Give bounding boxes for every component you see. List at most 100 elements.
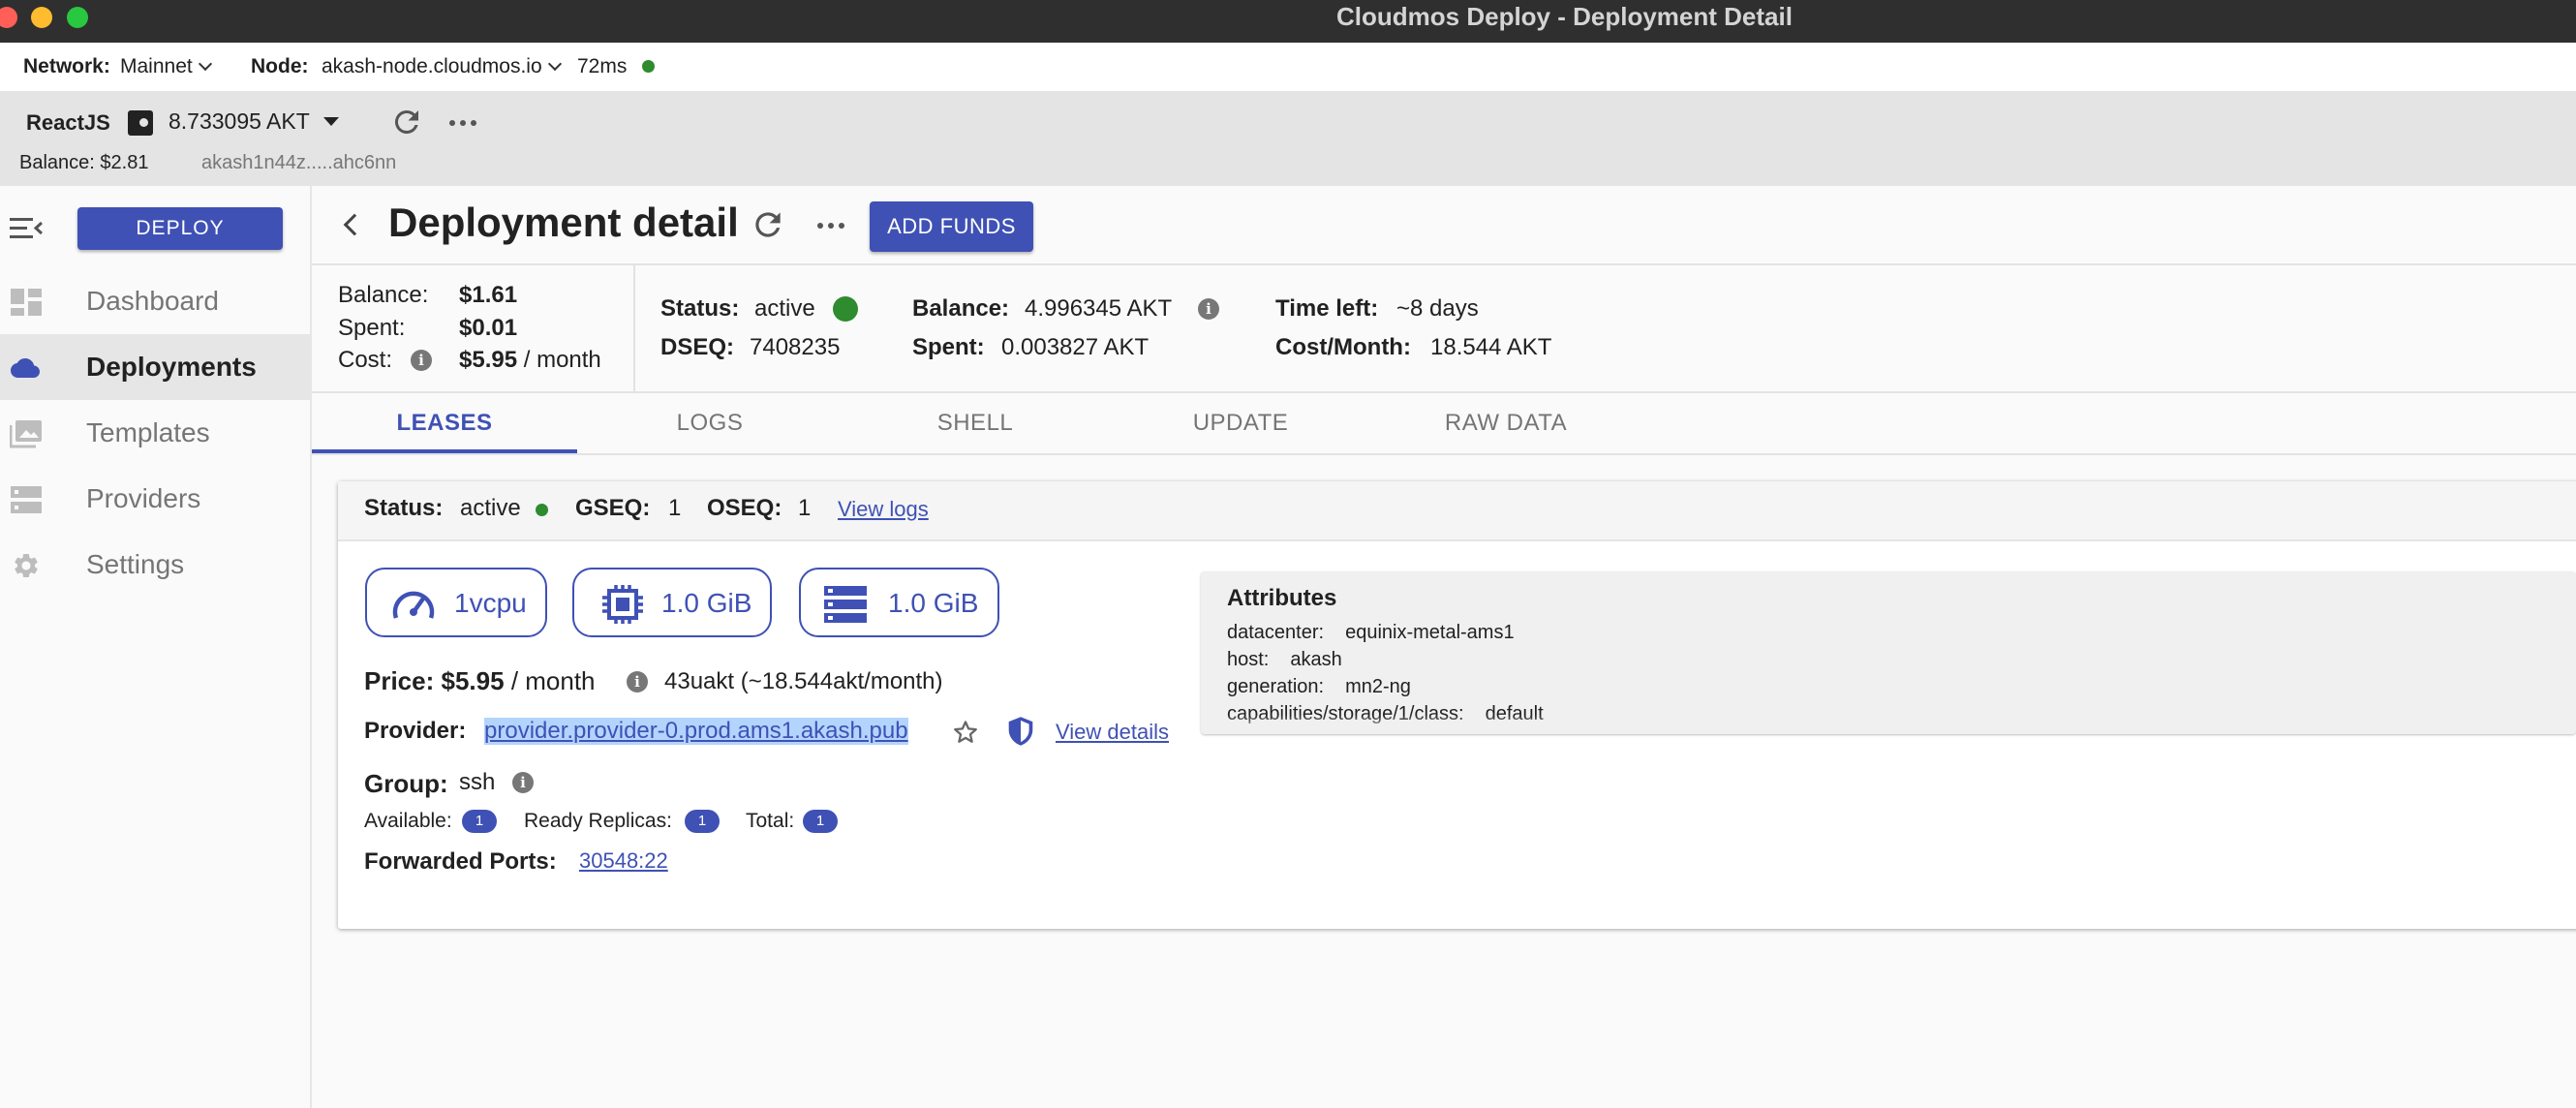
sidebar-item-deployments[interactable]: Deployments [0,334,310,400]
price-unit: / month [510,666,596,695]
page-title: Deployment detail [388,200,739,245]
cost-month-value: 18.544 AKT [1430,334,1552,360]
wallet-address[interactable]: akash1n44z.....ahc6nn [201,152,396,174]
summary-divider [633,263,635,393]
chevron-down-icon [198,56,212,72]
network-value: Mainnet [120,55,193,77]
lease-status-value: active [460,495,521,521]
total-badge: 1 [803,810,838,833]
tab-raw-data[interactable]: RAW DATA [1373,393,1639,453]
available-label: Available: [364,810,452,832]
server-icon [11,486,42,513]
memory-chip-icon [602,585,643,624]
cost-month-label: Cost/Month: [1275,334,1411,360]
network-select[interactable]: Mainnet [120,55,212,78]
tab-shell[interactable]: SHELL [843,393,1108,453]
akt-spent-label: Spent: [912,334,985,360]
sidebar-item-label: Dashboard [86,286,219,316]
forwarded-port-link[interactable]: 30548:22 [579,848,668,874]
status-label: Status: [660,295,740,322]
lease-status-label: Status: [364,495,444,521]
attributes-scroll-fade [1201,715,2576,734]
tab-logs[interactable]: LOGS [577,393,843,453]
price-value: $5.95 [441,666,505,695]
wallet-icon [128,110,153,136]
sidebar-item-label: Templates [86,417,210,447]
available-badge: 1 [462,810,497,833]
refresh-wallet-icon[interactable] [389,105,424,139]
storage-value: 1.0 GiB [888,588,979,618]
chevron-down-icon [547,56,562,72]
deployment-summary [312,263,2576,393]
node-value: akash-node.cloudmos.io [322,55,542,77]
storage-icon [824,586,867,623]
wallet-balance: Balance: $2.81 [19,152,149,173]
akt-balance-value: 4.996345 AKT [1025,295,1173,322]
akt-spent-value: 0.003827 AKT [1001,334,1150,360]
collapse-menu-icon[interactable] [10,215,44,247]
status-dot [833,296,858,322]
tab-leases[interactable]: LEASES [312,393,577,453]
lease-status-dot [536,504,548,516]
cost-value: $5.95 [459,347,518,373]
provider-link[interactable]: provider.provider-0.prod.ams1.akash.pub [484,718,908,745]
minimize-window-button[interactable] [31,7,52,28]
attribute-value: akash [1290,649,1342,670]
sidebar-item-settings[interactable]: Settings [0,532,310,598]
sidebar-item-templates[interactable]: Templates [0,400,310,466]
dseq-value: 7408235 [750,334,841,360]
close-window-button[interactable] [0,7,17,28]
group-value: ssh [459,769,496,795]
balance-label: Balance: [338,282,429,308]
view-logs-link[interactable]: View logs [838,497,929,522]
cost-value-group: $5.95 / month [459,347,601,374]
gear-icon [15,554,38,577]
tab-update[interactable]: UPDATE [1108,393,1373,453]
sidebar-item-dashboard[interactable]: Dashboard [0,268,310,334]
balance-value: $1.61 [459,282,518,308]
node-status-dot [642,60,655,73]
star-outline-icon[interactable] [951,718,980,747]
speedometer-icon [392,591,435,619]
window-titlebar: Cloudmos Deploy - Deployment Detail [0,0,2576,43]
info-icon[interactable]: i [1198,298,1219,320]
info-icon[interactable]: i [411,350,432,371]
wallet-amount-select[interactable]: 8.733095 AKT [169,108,339,135]
status-value: active [754,295,815,322]
time-left-label: Time left: [1275,295,1379,322]
image-gallery-icon [10,420,42,448]
forwarded-ports-label: Forwarded Ports: [364,848,557,875]
price-uakt: 43uakt (~18.544akt/month) [664,668,943,694]
add-funds-button[interactable]: ADD FUNDS [870,201,1033,252]
deploy-button[interactable]: DEPLOY [77,207,283,250]
info-icon[interactable]: i [627,671,648,692]
dashboard-icon [11,289,42,316]
node-select[interactable]: akash-node.cloudmos.io [322,55,562,78]
attribute-value: mn2-ng [1345,676,1411,697]
spent-label: Spent: [338,315,406,341]
attribute-key: generation: [1227,676,1325,697]
attribute-row: host: akash [1227,649,1342,671]
akt-balance-label: Balance: [912,295,1010,322]
view-details-link[interactable]: View details [1056,720,1169,745]
info-icon[interactable]: i [512,772,534,793]
wallet-bar: ReactJS 8.733095 AKT Balance: $2.81 akas… [0,91,2576,186]
deployment-more-icon[interactable] [815,211,846,245]
attribute-row: datacenter: equinix-metal-ams1 [1227,622,1515,644]
tab-bar: LEASES LOGS SHELL UPDATE RAW DATA [312,393,2576,455]
attributes-panel: Attributes datacenter: equinix-metal-ams1… [1201,571,2576,734]
attributes-title: Attributes [1227,585,1337,611]
more-options-icon[interactable] [447,108,478,138]
zoom-window-button[interactable] [67,7,88,28]
sidebar-item-providers[interactable]: Providers [0,466,310,532]
wallet-name: ReactJS [26,110,110,135]
window-title: Cloudmos Deploy - Deployment Detail [1336,2,1793,31]
price-label: Price: [364,666,435,695]
refresh-deployment-icon[interactable] [750,206,786,248]
cost-unit: / month [523,347,601,373]
sidebar-item-label: Providers [86,483,201,513]
sidebar-item-label: Deployments [86,352,257,382]
cpu-chip: 1vcpu [365,568,547,637]
gseq-label: GSEQ: [575,495,651,521]
time-left-value: ~8 days [1396,295,1479,322]
